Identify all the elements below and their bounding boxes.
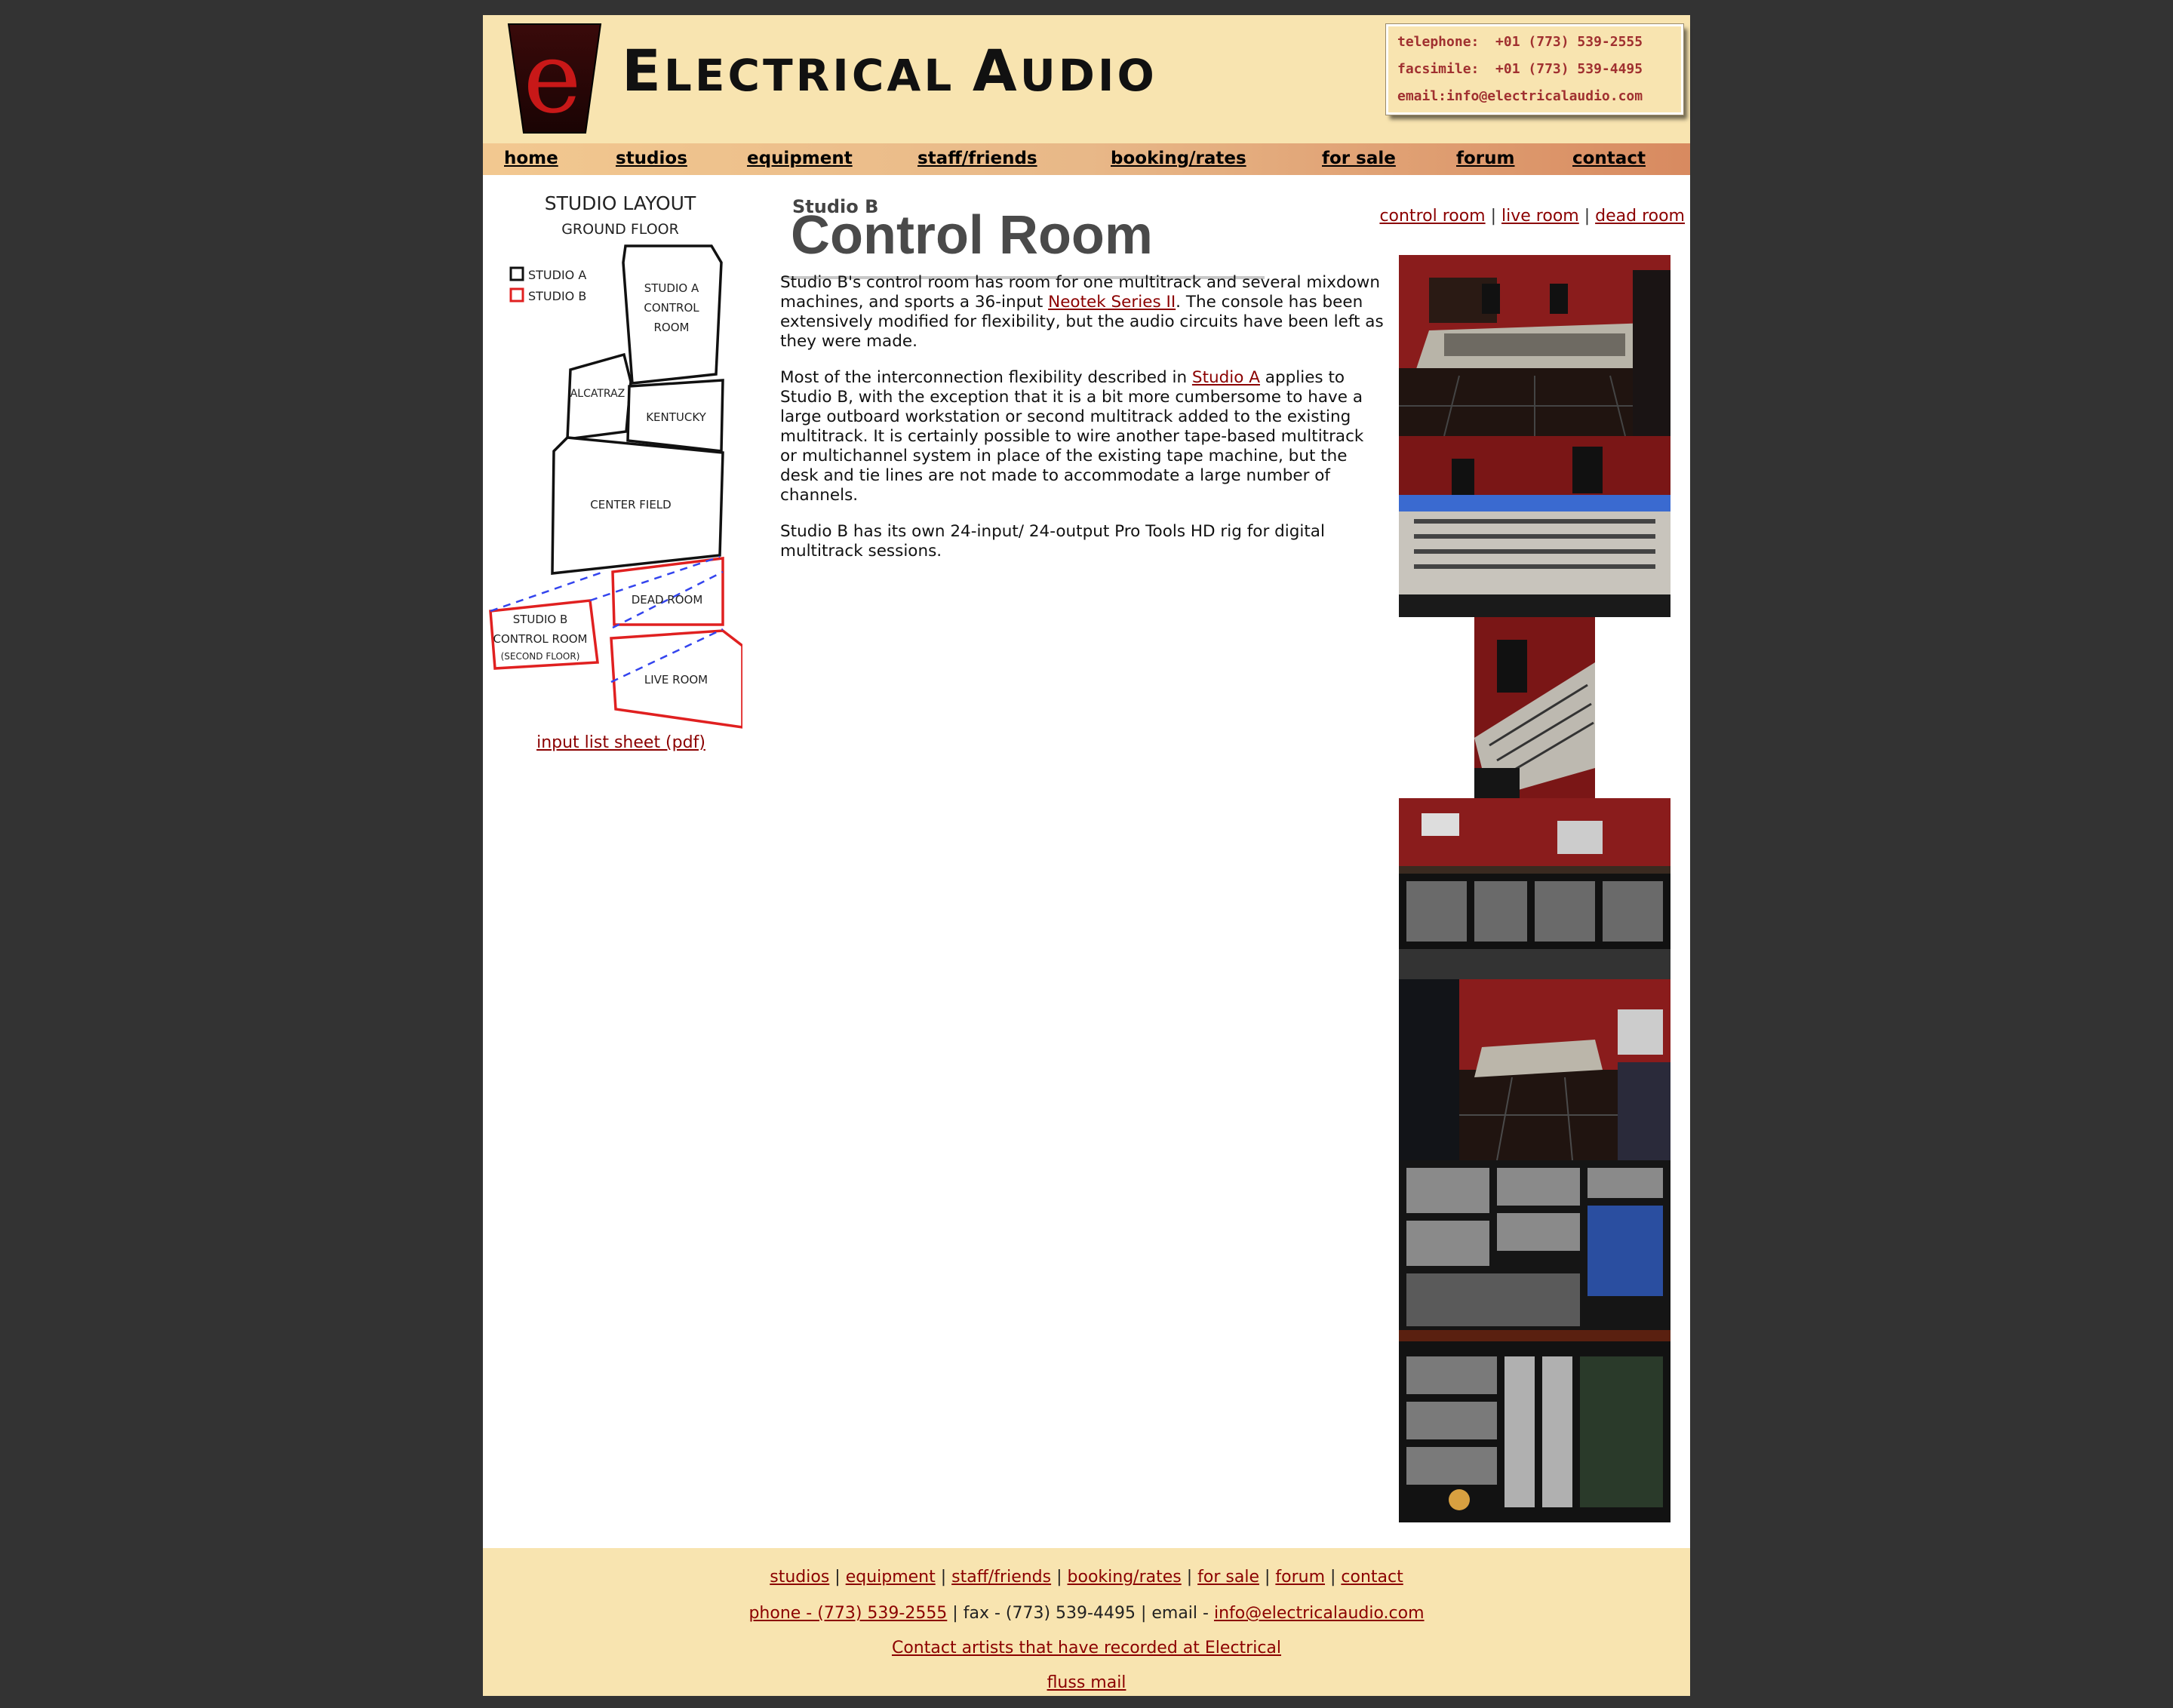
svg-text:ROOM: ROOM [654, 321, 690, 334]
svg-text:KENTUCKY: KENTUCKY [646, 410, 706, 424]
svg-text:CENTER FIELD: CENTER FIELD [590, 498, 671, 511]
paragraph-1: Studio B's control room has room for one… [780, 273, 1384, 351]
svg-text:CONTROL: CONTROL [644, 301, 699, 315]
site-header: e ELECTRICAL AUDIO telephone: +01 (773) … [483, 15, 1690, 143]
footer-contact-line: phone - (773) 539-2555 | fax - (773) 539… [748, 1604, 1425, 1623]
svg-text:STUDIO A: STUDIO A [644, 281, 699, 295]
footer-forum[interactable]: forum [1275, 1568, 1325, 1587]
footer-contact[interactable]: contact [1341, 1568, 1403, 1587]
subnav-dead-room[interactable]: dead room [1595, 207, 1685, 226]
footer-email-link[interactable]: info@electricalaudio.com [1214, 1604, 1425, 1623]
subnav-live-room[interactable]: live room [1501, 207, 1579, 226]
legend-studio-b: STUDIO B [528, 289, 586, 303]
facsimile-line: facsimile: +01 (773) 539-4495 [1397, 61, 1643, 77]
photo-console-front[interactable] [1399, 436, 1670, 617]
map-title: STUDIO LAYOUT [545, 192, 696, 214]
electrical-audio-logo[interactable]: e [506, 23, 604, 134]
photo-console-wide[interactable] [1399, 255, 1670, 436]
subnav-control-room[interactable]: control room [1379, 207, 1485, 226]
photo-console-side[interactable] [1474, 617, 1595, 798]
footer-links: studios | equipment | staff/friends | bo… [770, 1568, 1403, 1587]
nav-home[interactable]: home [504, 149, 558, 168]
nav-studios[interactable]: studios [616, 149, 687, 168]
site-title[interactable]: ELECTRICAL AUDIO [622, 42, 1157, 100]
main-nav: home studios equipment staff/friends boo… [483, 143, 1690, 175]
photo-control-room-overview[interactable] [1399, 979, 1670, 1160]
room-dead-room [611, 557, 724, 626]
studio-a-link[interactable]: Studio A [1192, 368, 1260, 387]
nav-equipment[interactable]: equipment [747, 149, 853, 168]
svg-text:DEAD ROOM: DEAD ROOM [632, 593, 703, 607]
email-line: email:info@electricalaudio.com [1397, 88, 1643, 104]
body-copy: Studio B's control room has room for one… [780, 273, 1384, 578]
telephone-line: telephone: +01 (773) 539-2555 [1397, 34, 1643, 50]
heading-title: Control Room [791, 205, 1153, 266]
room-subnav: control room | live room | dead room [1379, 207, 1685, 226]
footer-for-sale[interactable]: for sale [1197, 1568, 1259, 1587]
contact-info-box: telephone: +01 (773) 539-2555 facsimile:… [1385, 23, 1684, 115]
svg-text:STUDIO B: STUDIO B [513, 613, 568, 626]
nav-for-sale[interactable]: for sale [1322, 149, 1396, 168]
footer-staff-friends[interactable]: staff/friends [951, 1568, 1051, 1587]
svg-text:CONTROL ROOM: CONTROL ROOM [493, 632, 588, 646]
footer-booking-rates[interactable]: booking/rates [1068, 1568, 1182, 1587]
svg-text:(SECOND FLOOR): (SECOND FLOOR) [501, 651, 580, 662]
map-subtitle: GROUND FLOOR [561, 221, 679, 238]
nav-contact[interactable]: contact [1572, 149, 1646, 168]
svg-text:ALCATRAZ: ALCATRAZ [570, 388, 625, 400]
nav-forum[interactable]: forum [1456, 149, 1515, 168]
legend-studio-a: STUDIO A [528, 268, 586, 282]
footer-equipment[interactable]: equipment [846, 1568, 936, 1587]
neotek-link[interactable]: Neotek Series II [1048, 293, 1176, 312]
input-list-pdf-link[interactable]: input list sheet (pdf) [483, 733, 759, 752]
footer-fluss-mail-link[interactable]: fluss mail [1047, 1673, 1126, 1692]
site-footer: studios | equipment | staff/friends | bo… [483, 1548, 1690, 1696]
room-studio-a-control [622, 244, 723, 385]
paragraph-3: Studio B has its own 24-input/ 24-output… [780, 522, 1325, 561]
studio-layout-map[interactable]: STUDIO LAYOUT GROUND FLOOR STUDIO A STUD… [486, 180, 742, 735]
photo-outboard-racks[interactable] [1399, 798, 1670, 979]
paragraph-2: Most of the interconnection flexibility … [780, 368, 1364, 505]
photo-rack-gear-2[interactable] [1399, 1341, 1670, 1522]
footer-artists-link[interactable]: Contact artists that have recorded at El… [892, 1639, 1281, 1657]
footer-phone-link[interactable]: phone - (773) 539-2555 [748, 1604, 947, 1623]
footer-studios[interactable]: studios [770, 1568, 829, 1587]
svg-text:LIVE ROOM: LIVE ROOM [644, 673, 708, 687]
page-heading: Studio B Control Room [782, 196, 1265, 279]
photo-rack-gear-1[interactable] [1399, 1160, 1670, 1341]
nav-staff-friends[interactable]: staff/friends [917, 149, 1037, 168]
nav-booking-rates[interactable]: booking/rates [1111, 149, 1246, 168]
page-container: e ELECTRICAL AUDIO telephone: +01 (773) … [483, 15, 1690, 1696]
svg-text:e: e [524, 23, 582, 134]
